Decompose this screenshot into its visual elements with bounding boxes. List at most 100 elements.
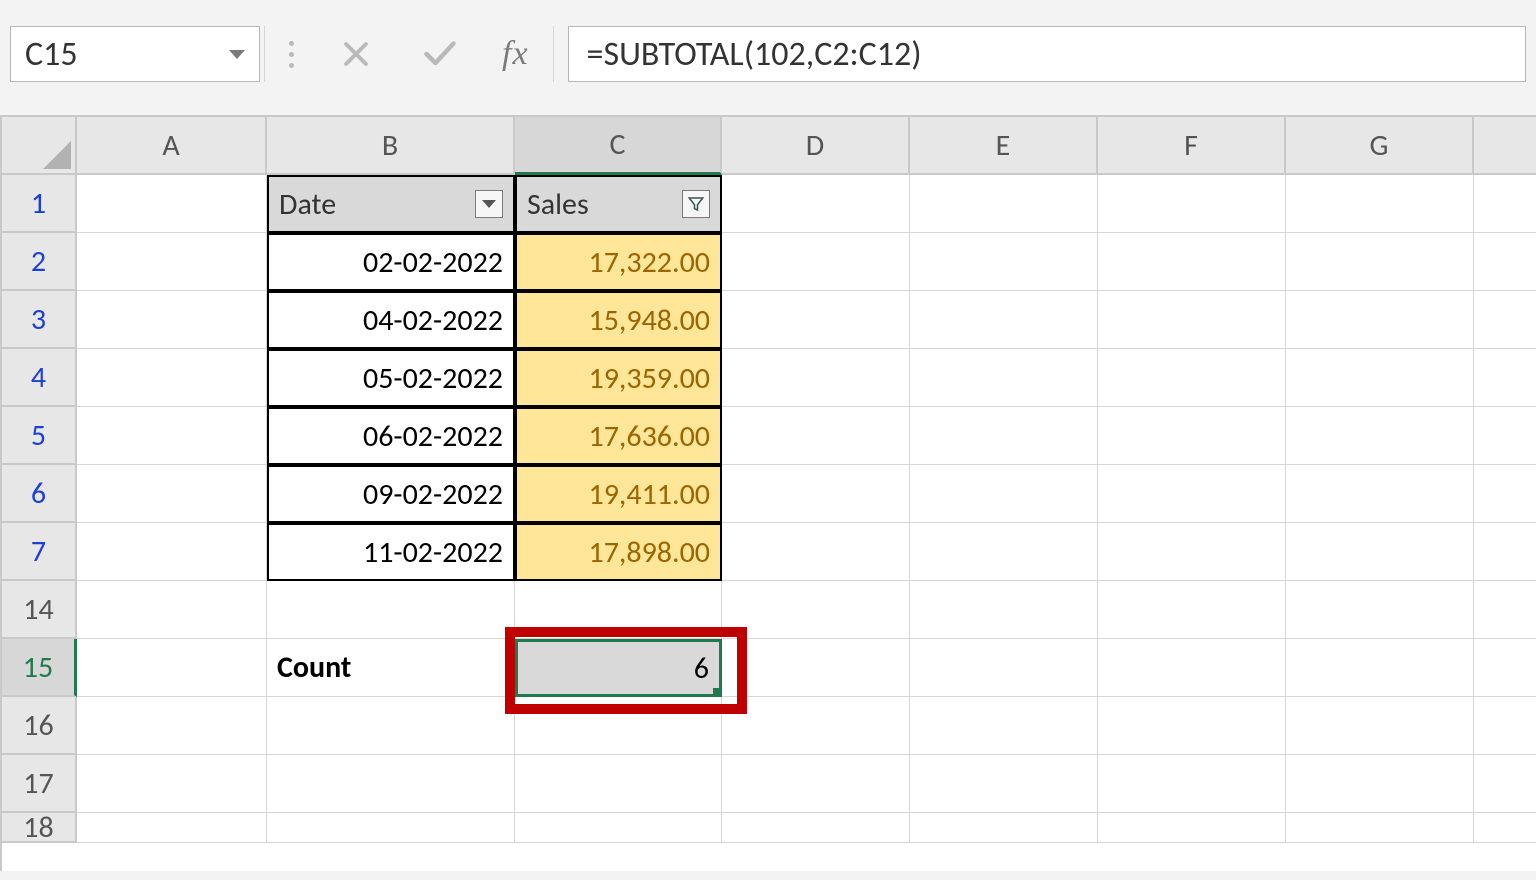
row-header-16[interactable]: 16 (2, 697, 77, 755)
cell-C7[interactable]: 17,898.00 (515, 523, 722, 581)
cell-A6[interactable] (77, 465, 267, 523)
row-header-2[interactable]: 2 (2, 233, 77, 291)
cell-end4[interactable] (1474, 349, 1536, 407)
cell-G14[interactable] (1286, 581, 1474, 639)
cell-F17[interactable] (1098, 755, 1286, 813)
cell-G5[interactable] (1286, 407, 1474, 465)
cell-G16[interactable] (1286, 697, 1474, 755)
cell-A16[interactable] (77, 697, 267, 755)
cell-A15[interactable] (77, 639, 267, 697)
table-header-date[interactable]: Date (267, 175, 515, 233)
cell-F16[interactable] (1098, 697, 1286, 755)
cell-E7[interactable] (910, 523, 1098, 581)
select-all-corner[interactable] (2, 117, 77, 175)
cell-F5[interactable] (1098, 407, 1286, 465)
row-header-7[interactable]: 7 (2, 523, 77, 581)
cell-B3[interactable]: 04-02-2022 (267, 291, 515, 349)
cell-A2[interactable] (77, 233, 267, 291)
filter-button-date[interactable] (475, 190, 503, 218)
cell-B5[interactable]: 06-02-2022 (267, 407, 515, 465)
cell-A18[interactable] (77, 813, 267, 843)
cell-D6[interactable] (722, 465, 910, 523)
cell-D18[interactable] (722, 813, 910, 843)
cell-D16[interactable] (722, 697, 910, 755)
row-header-14[interactable]: 14 (2, 581, 77, 639)
cell-C15-selected[interactable]: 6 (515, 639, 722, 697)
cell-end6[interactable] (1474, 465, 1536, 523)
fx-button[interactable]: fx (502, 35, 529, 73)
row-header-17[interactable]: 17 (2, 755, 77, 813)
cell-E2[interactable] (910, 233, 1098, 291)
cancel-button[interactable] (334, 32, 378, 76)
cell-G7[interactable] (1286, 523, 1474, 581)
cell-E14[interactable] (910, 581, 1098, 639)
cell-E3[interactable] (910, 291, 1098, 349)
drag-handle-icon[interactable] (289, 41, 294, 68)
cell-C2[interactable]: 17,322.00 (515, 233, 722, 291)
cell-A7[interactable] (77, 523, 267, 581)
cell-E5[interactable] (910, 407, 1098, 465)
cell-F1[interactable] (1098, 175, 1286, 233)
col-header-F[interactable]: F (1098, 117, 1286, 175)
cell-D15[interactable] (722, 639, 910, 697)
worksheet-grid[interactable]: A B C D E F G 1 Date Sales 2 02-02-2022 … (0, 115, 1536, 871)
col-header-E[interactable]: E (910, 117, 1098, 175)
cell-F15[interactable] (1098, 639, 1286, 697)
cell-end2[interactable] (1474, 233, 1536, 291)
filter-active-button-sales[interactable] (682, 190, 710, 218)
cell-D1[interactable] (722, 175, 910, 233)
cell-end14[interactable] (1474, 581, 1536, 639)
cell-B15[interactable]: Count (267, 639, 515, 697)
cell-C6[interactable]: 19,411.00 (515, 465, 722, 523)
row-header-3[interactable]: 3 (2, 291, 77, 349)
cell-G4[interactable] (1286, 349, 1474, 407)
cell-G15[interactable] (1286, 639, 1474, 697)
cell-B16[interactable] (267, 697, 515, 755)
cell-E16[interactable] (910, 697, 1098, 755)
cell-C3[interactable]: 15,948.00 (515, 291, 722, 349)
col-header-C[interactable]: C (515, 117, 722, 175)
cell-B18[interactable] (267, 813, 515, 843)
cell-end7[interactable] (1474, 523, 1536, 581)
cell-B17[interactable] (267, 755, 515, 813)
cell-C4[interactable]: 19,359.00 (515, 349, 722, 407)
cell-C14[interactable] (515, 581, 722, 639)
cell-A17[interactable] (77, 755, 267, 813)
cell-F4[interactable] (1098, 349, 1286, 407)
cell-E15[interactable] (910, 639, 1098, 697)
name-box[interactable]: C15 (10, 26, 260, 82)
cell-F7[interactable] (1098, 523, 1286, 581)
cell-G3[interactable] (1286, 291, 1474, 349)
cell-C17[interactable] (515, 755, 722, 813)
cell-B6[interactable]: 09-02-2022 (267, 465, 515, 523)
cell-A3[interactable] (77, 291, 267, 349)
row-header-4[interactable]: 4 (2, 349, 77, 407)
cell-B7[interactable]: 11-02-2022 (267, 523, 515, 581)
cell-end17[interactable] (1474, 755, 1536, 813)
cell-D5[interactable] (722, 407, 910, 465)
col-header-end[interactable] (1474, 117, 1536, 175)
row-header-5[interactable]: 5 (2, 407, 77, 465)
cell-A14[interactable] (77, 581, 267, 639)
col-header-G[interactable]: G (1286, 117, 1474, 175)
cell-G2[interactable] (1286, 233, 1474, 291)
cell-end3[interactable] (1474, 291, 1536, 349)
table-header-sales[interactable]: Sales (515, 175, 722, 233)
cell-E4[interactable] (910, 349, 1098, 407)
cell-D7[interactable] (722, 523, 910, 581)
cell-end18[interactable] (1474, 813, 1536, 843)
cell-F2[interactable] (1098, 233, 1286, 291)
cell-end5[interactable] (1474, 407, 1536, 465)
cell-B2[interactable]: 02-02-2022 (267, 233, 515, 291)
cell-C16[interactable] (515, 697, 722, 755)
cell-end1[interactable] (1474, 175, 1536, 233)
cell-F3[interactable] (1098, 291, 1286, 349)
row-header-15[interactable]: 15 (2, 639, 77, 697)
row-header-6[interactable]: 6 (2, 465, 77, 523)
cell-E1[interactable] (910, 175, 1098, 233)
cell-G6[interactable] (1286, 465, 1474, 523)
cell-A1[interactable] (77, 175, 267, 233)
cell-A4[interactable] (77, 349, 267, 407)
cell-D4[interactable] (722, 349, 910, 407)
cell-end16[interactable] (1474, 697, 1536, 755)
